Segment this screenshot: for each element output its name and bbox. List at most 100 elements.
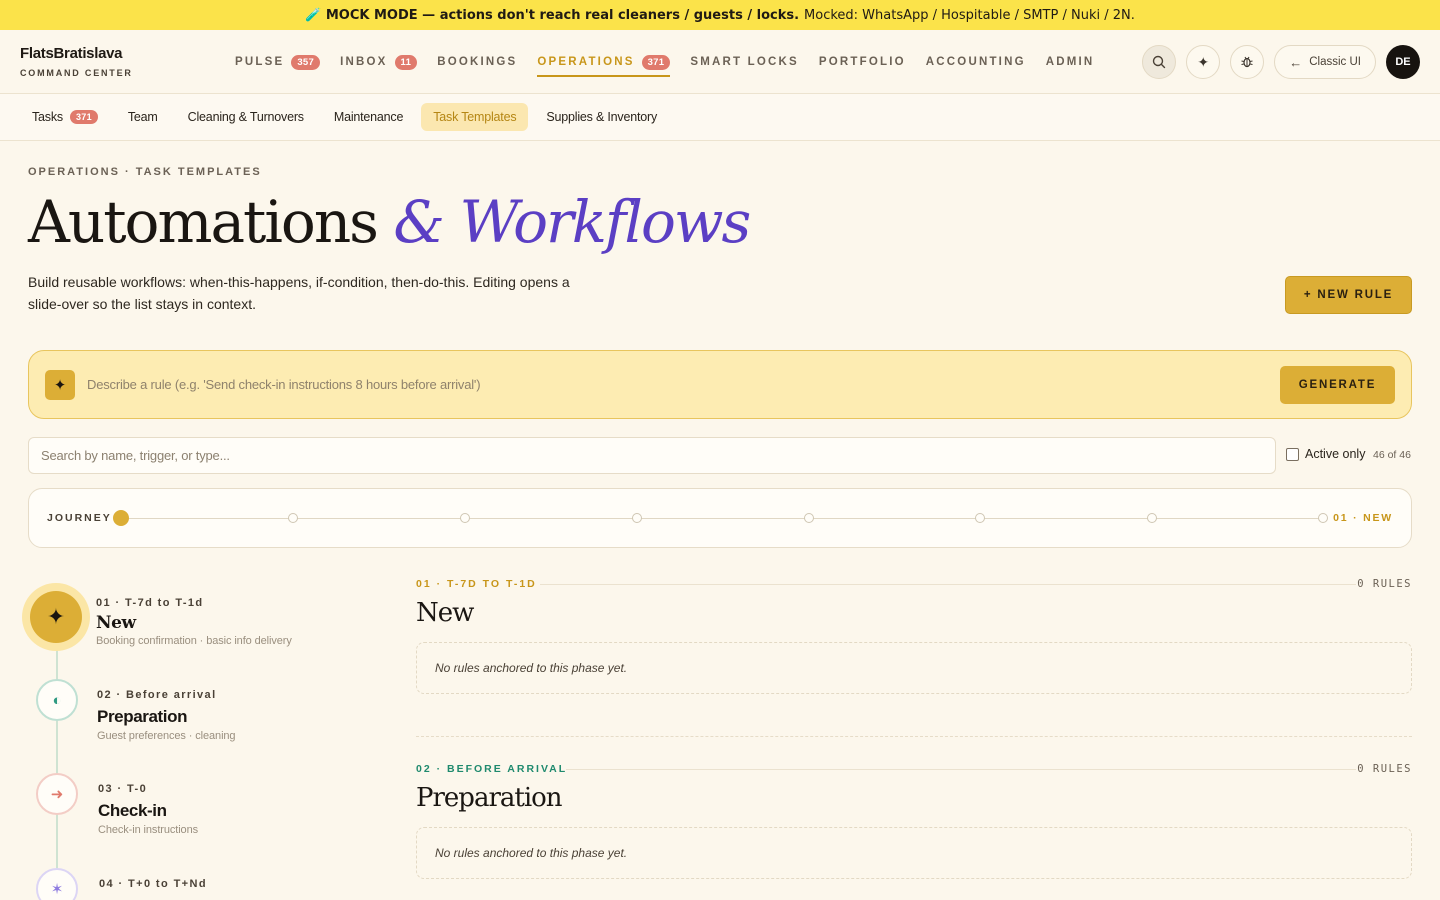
half-moon-icon: ◐ xyxy=(36,679,78,721)
section-meta: 01 · T-7D TO T-1D xyxy=(416,578,537,590)
rule-generator: ✦ Describe a rule (e.g. 'Send check-in i… xyxy=(28,350,1412,419)
search-icon xyxy=(1153,55,1166,69)
journey-step[interactable] xyxy=(1147,513,1157,523)
journey-step[interactable] xyxy=(975,513,985,523)
count-badge: 371 xyxy=(69,110,98,124)
nav-item-label: INBOX xyxy=(340,56,388,68)
journey-step[interactable] xyxy=(113,510,129,526)
tab-tasks[interactable]: Tasks 371 xyxy=(20,103,110,131)
brand-subtitle: COMMAND CENTER xyxy=(20,68,133,78)
phase-title: New xyxy=(96,613,136,633)
nav-item-inbox[interactable]: INBOX 11 xyxy=(340,30,418,94)
tab-maintenance[interactable]: Maintenance xyxy=(322,103,415,131)
asterisk-icon: ✶ xyxy=(36,868,78,900)
nav-item-label: ADMIN xyxy=(1045,56,1095,68)
search-button[interactable] xyxy=(1142,45,1177,79)
active-only-toggle[interactable]: Active only xyxy=(1286,447,1365,461)
nav-item-accounting[interactable]: ACCOUNTING xyxy=(926,30,1026,94)
phase-item-stay[interactable]: ✶ 04 · T+0 to T+Nd xyxy=(28,868,368,900)
tab-task-templates[interactable]: Task Templates xyxy=(421,103,529,131)
nav-item-label: OPERATIONS xyxy=(537,56,635,68)
avatar[interactable]: DE xyxy=(1386,45,1420,79)
banner-rest-text: Mocked: WhatsApp / Hospitable / SMTP / N… xyxy=(804,7,1135,23)
phase-subtitle: Booking confirmation · basic info delive… xyxy=(96,635,292,647)
top-nav: FlatsBratislava COMMAND CENTER PULSE 357… xyxy=(0,30,1440,94)
nav-item-smart-locks[interactable]: SMART LOCKS xyxy=(690,30,799,94)
nav-item-operations[interactable]: OPERATIONS 371 xyxy=(537,30,671,94)
generate-button[interactable]: GENERATE xyxy=(1280,365,1395,404)
empty-state: No rules anchored to this phase yet. xyxy=(416,642,1412,694)
banner-bold-text: 🧪 MOCK MODE — actions don't reach real c… xyxy=(305,7,800,23)
rule-description-input[interactable]: Describe a rule (e.g. 'Send check-in ins… xyxy=(87,377,1280,392)
journey-current-step: 01 · NEW xyxy=(1333,512,1393,524)
journey-step[interactable] xyxy=(632,513,642,523)
nav-item-label: PORTFOLIO xyxy=(818,56,906,68)
ai-assistant-button[interactable]: ✦ xyxy=(1186,45,1221,79)
rules-count: 0 RULES xyxy=(1357,763,1412,775)
nav-item-label: SMART LOCKS xyxy=(690,56,799,68)
result-count: 46 of 46 xyxy=(1373,449,1411,461)
page-title: Automations & Workflows xyxy=(28,188,751,256)
nav-item-bookings[interactable]: BOOKINGS xyxy=(437,30,517,94)
phase-title: Check-in xyxy=(98,801,167,820)
journey-step[interactable] xyxy=(804,513,814,523)
brand[interactable]: FlatsBratislava COMMAND CENTER xyxy=(20,45,133,78)
page-description: Build reusable workflows: when-this-happ… xyxy=(28,274,570,312)
tab-supplies-inventory[interactable]: Supplies & Inventory xyxy=(534,103,669,131)
journey-step[interactable] xyxy=(288,513,298,523)
tab-label: Supplies & Inventory xyxy=(546,110,658,124)
debug-button[interactable] xyxy=(1230,45,1265,79)
empty-state: No rules anchored to this phase yet. xyxy=(416,827,1412,879)
nav-item-label: BOOKINGS xyxy=(437,56,518,68)
phase-subtitle: Guest preferences · cleaning xyxy=(97,730,236,742)
count-badge: 371 xyxy=(641,54,671,70)
phase-item-check-in[interactable]: ➜ 03 · T-0 Check-in Check-in instruction… xyxy=(28,773,368,843)
search-input[interactable]: Search by name, trigger, or type... xyxy=(28,437,1276,474)
phase-section-new: 01 · T-7D TO T-1D 0 RULES New No rules a… xyxy=(416,578,1412,708)
new-rule-button[interactable]: + NEW RULE xyxy=(1285,276,1412,314)
journey-step[interactable] xyxy=(460,513,470,523)
count-badge: 11 xyxy=(394,54,418,70)
page-title-accent: & Workflows xyxy=(393,188,751,256)
sparkle-icon: ✦ xyxy=(45,369,75,400)
divider xyxy=(540,584,1356,585)
bug-icon xyxy=(1241,56,1253,68)
phase-meta: 01 · T-7d to T-1d xyxy=(96,597,204,609)
phase-item-preparation[interactable]: ◐ 02 · Before arrival Preparation Guest … xyxy=(28,679,368,749)
main-nav: PULSE 357 INBOX 11 BOOKINGS OPERATIONS 3… xyxy=(235,30,1114,94)
classic-ui-button[interactable]: ← Classic UI xyxy=(1274,45,1376,79)
nav-item-pulse[interactable]: PULSE 357 xyxy=(235,30,321,94)
journey-bar: JOURNEY 01 · NEW xyxy=(28,488,1412,548)
nav-item-portfolio[interactable]: PORTFOLIO xyxy=(819,30,906,94)
journey-track xyxy=(122,518,1322,519)
tab-label: Maintenance xyxy=(333,110,404,124)
nav-actions: ✦ ← Classic UI DE xyxy=(1132,45,1420,79)
tab-label: Cleaning & Turnovers xyxy=(187,110,304,124)
rules-count: 0 RULES xyxy=(1357,578,1412,590)
tab-label: Tasks xyxy=(32,110,63,124)
brand-name: FlatsBratislava xyxy=(20,45,123,62)
tab-cleaning-turnovers[interactable]: Cleaning & Turnovers xyxy=(176,103,316,131)
arrow-right-icon: ➜ xyxy=(36,773,78,815)
journey-step[interactable] xyxy=(1318,513,1328,523)
phase-section-preparation: 02 · BEFORE ARRIVAL 0 RULES Preparation … xyxy=(416,763,1412,893)
mock-mode-banner: 🧪 MOCK MODE — actions don't reach real c… xyxy=(0,0,1440,30)
tab-team[interactable]: Team xyxy=(116,103,170,131)
nav-item-label: ACCOUNTING xyxy=(925,56,1026,68)
tab-label: Task Templates xyxy=(433,110,517,124)
nav-item-label: PULSE xyxy=(235,56,285,68)
phase-subtitle: Check-in instructions xyxy=(98,824,198,836)
active-only-label: Active only xyxy=(1305,447,1366,461)
tab-label: Team xyxy=(127,110,158,124)
page-title-main: Automations xyxy=(28,188,379,256)
active-only-checkbox[interactable] xyxy=(1286,447,1299,461)
phase-title: Preparation xyxy=(97,707,188,726)
divider xyxy=(566,769,1356,770)
classic-ui-label: Classic UI xyxy=(1309,56,1361,68)
section-title: New xyxy=(416,598,474,628)
section-title: Preparation xyxy=(416,783,563,813)
phase-item-new[interactable]: ✦ 01 · T-7d to T-1d New Booking confirma… xyxy=(28,585,368,665)
phase-meta: 04 · T+0 to T+Nd xyxy=(99,878,207,890)
sparkle-icon: ✦ xyxy=(30,591,82,643)
nav-item-admin[interactable]: ADMIN xyxy=(1046,30,1095,94)
